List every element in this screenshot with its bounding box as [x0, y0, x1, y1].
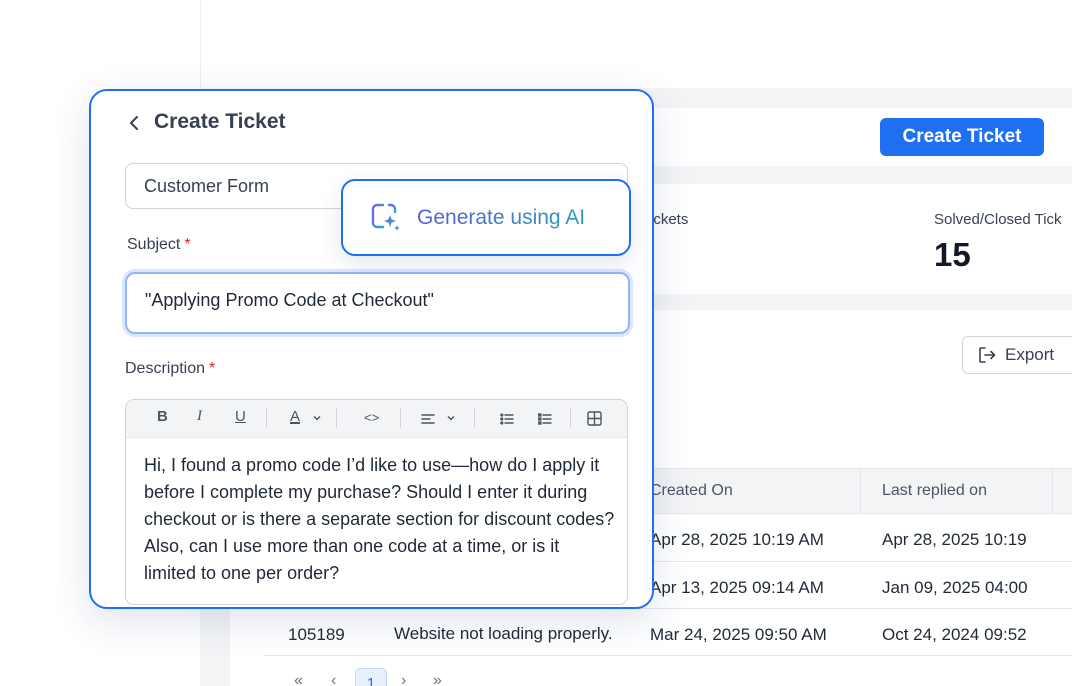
- pagination-first[interactable]: «: [294, 672, 303, 686]
- italic-button[interactable]: I: [197, 408, 202, 425]
- editor-toolbar: B I U A <>: [126, 400, 627, 438]
- table-cell-id[interactable]: 105189: [288, 625, 345, 645]
- toolbar-separator: [400, 408, 401, 428]
- description-textarea[interactable]: Hi, I found a promo code I’d like to use…: [144, 452, 616, 587]
- modal-title: Create Ticket: [154, 110, 286, 133]
- pagination-next[interactable]: ›: [401, 672, 406, 686]
- table-icon[interactable]: [587, 411, 602, 426]
- pagination-page-current[interactable]: 1: [355, 668, 387, 686]
- column-separator: [1052, 468, 1053, 514]
- subject-label: Subject *: [127, 236, 191, 253]
- chevron-left-icon[interactable]: [124, 112, 146, 134]
- stat-value-solved-closed: 15: [934, 236, 971, 273]
- toolbar-separator: [266, 408, 267, 428]
- table-cell-replied: Apr 28, 2025 10:19: [882, 530, 1027, 549]
- generate-ai-label: Generate using AI: [417, 205, 586, 229]
- table-cell-replied: Oct 24, 2024 09:52: [882, 625, 1027, 644]
- ai-sparkle-icon: [371, 203, 400, 231]
- subject-input[interactable]: "Applying Promo Code at Checkout": [125, 272, 630, 334]
- table-row-divider: [264, 655, 1072, 656]
- toolbar-separator: [570, 408, 571, 428]
- required-mark: *: [184, 236, 191, 253]
- table-cell-replied: Jan 09, 2025 04:00: [882, 578, 1028, 597]
- pagination-last[interactable]: »: [433, 672, 442, 686]
- align-left-icon[interactable]: [421, 412, 435, 426]
- table-cell-created: Apr 28, 2025 10:19 AM: [650, 530, 824, 549]
- toolbar-separator: [336, 408, 337, 428]
- required-mark: *: [209, 360, 216, 377]
- export-button[interactable]: Export: [962, 336, 1072, 374]
- column-separator: [860, 468, 861, 514]
- chevron-down-icon[interactable]: [446, 413, 456, 423]
- bold-button[interactable]: B: [157, 408, 168, 425]
- table-cell-subject[interactable]: Website not loading properly.: [394, 624, 613, 644]
- toolbar-separator: [474, 408, 475, 428]
- export-icon: [979, 347, 996, 363]
- chevron-down-icon[interactable]: [312, 413, 322, 423]
- table-cell-created: Mar 24, 2025 09:50 AM: [650, 625, 827, 644]
- stat-label-solved-closed: Solved/Closed Tick: [934, 211, 1062, 228]
- numbered-list-icon[interactable]: [500, 412, 514, 426]
- pagination-prev[interactable]: ‹: [331, 672, 336, 686]
- stat-label-tickets: ickets: [650, 211, 689, 228]
- code-button[interactable]: <>: [364, 410, 379, 425]
- table-cell-created: Apr 13, 2025 09:14 AM: [650, 578, 824, 597]
- column-header-created-on[interactable]: Created On: [650, 482, 733, 500]
- create-ticket-button[interactable]: Create Ticket: [880, 118, 1044, 156]
- description-label: Description *: [125, 360, 216, 377]
- column-header-last-replied[interactable]: Last replied on: [882, 482, 987, 500]
- bullet-list-icon[interactable]: [538, 412, 552, 426]
- export-label: Export: [1005, 345, 1055, 364]
- text-color-button[interactable]: A: [290, 408, 300, 425]
- description-editor: B I U A <> Hi, I found a promo code I’d …: [125, 399, 628, 605]
- generate-ai-button[interactable]: Generate using AI: [341, 179, 631, 256]
- underline-button[interactable]: U: [235, 408, 246, 425]
